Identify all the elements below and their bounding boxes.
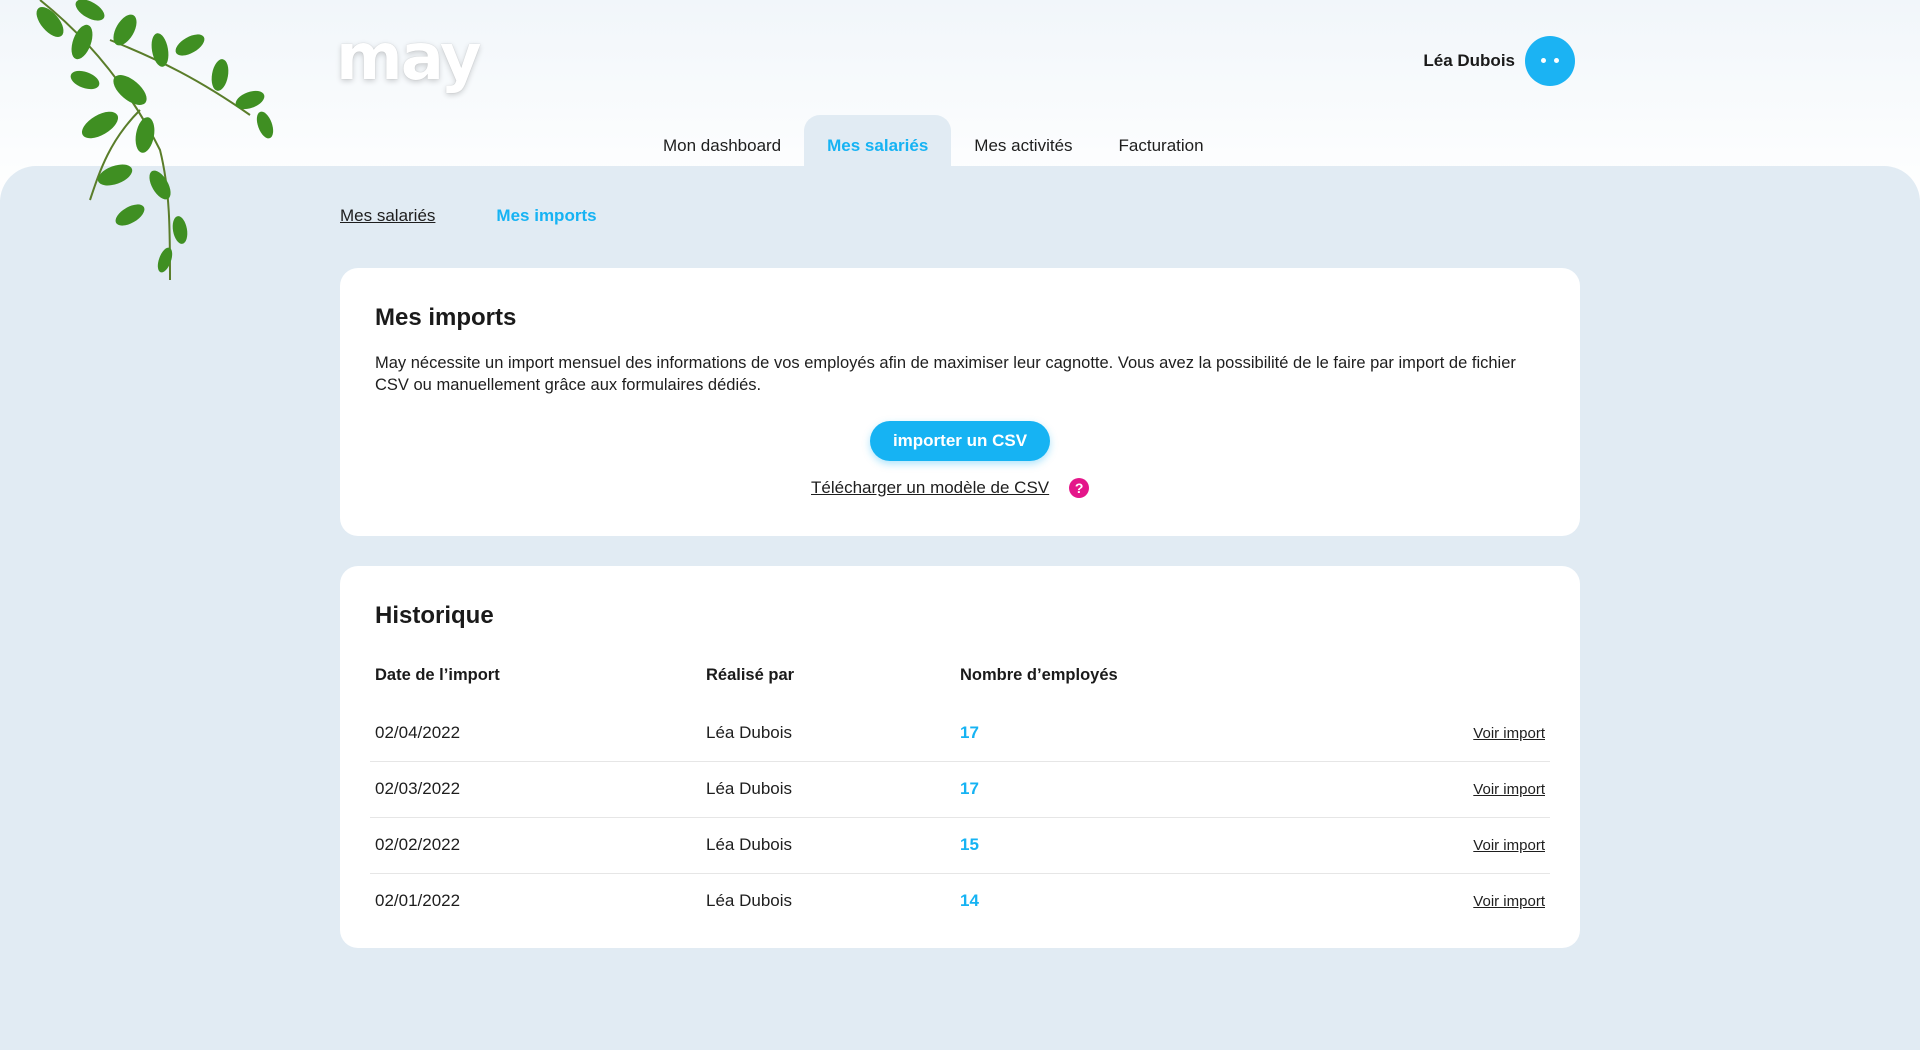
subtab-imports[interactable]: Mes imports [496, 206, 596, 226]
table-row: 02/03/2022 Léa Dubois 17 Voir import [370, 762, 1550, 818]
subtab-salaries[interactable]: Mes salariés [340, 206, 435, 226]
user-name: Léa Dubois [1423, 51, 1515, 70]
column-header-count: Nombre d’employés [960, 666, 1118, 684]
tab-facturation[interactable]: Facturation [1096, 115, 1227, 166]
help-icon[interactable]: ? [1069, 478, 1090, 498]
import-author: Léa Dubois [706, 779, 793, 798]
view-import-link[interactable]: Voir import [1473, 893, 1545, 910]
import-csv-button[interactable]: importer un CSV [870, 421, 1050, 461]
table-body: 02/04/2022 Léa Dubois 17 Voir import 02/… [370, 706, 1550, 929]
main-nav: Mon dashboard Mes salariés Mes activités… [640, 115, 1227, 166]
imports-card: Mes imports May nécessite un import mens… [340, 268, 1580, 536]
table-row: 02/01/2022 Léa Dubois 14 Voir import [370, 874, 1550, 929]
import-date: 02/04/2022 [375, 723, 461, 742]
imports-description: May nécessite un import mensuel des info… [375, 354, 1516, 394]
may-logo[interactable]: may [336, 26, 482, 90]
column-header-by: Réalisé par [706, 666, 795, 684]
employee-count: 14 [960, 891, 979, 910]
view-import-link[interactable]: Voir import [1473, 781, 1545, 798]
avatar-eye [1554, 58, 1559, 63]
employee-count: 15 [960, 835, 979, 854]
import-author: Léa Dubois [706, 723, 793, 742]
leaves-decoration [36, 0, 274, 281]
import-date: 02/01/2022 [375, 891, 461, 910]
import-date: 02/03/2022 [375, 779, 461, 798]
avatar-eye [1541, 58, 1546, 63]
download-row: Télécharger un modèle de CSV ? [811, 478, 1090, 498]
user-menu[interactable]: Léa Dubois [1423, 36, 1575, 86]
table-row: 02/04/2022 Léa Dubois 17 Voir import [370, 706, 1550, 762]
table-row: 02/02/2022 Léa Dubois 15 Voir import [370, 818, 1550, 874]
download-template-link[interactable]: Télécharger un modèle de CSV [811, 478, 1049, 498]
tab-dashboard[interactable]: Mon dashboard [640, 115, 804, 166]
history-title: Historique [375, 602, 494, 629]
history-card: Historique Date de l’import Réalisé par … [340, 566, 1580, 948]
tab-salaries[interactable]: Mes salariés [804, 115, 952, 166]
view-import-link[interactable]: Voir import [1473, 837, 1545, 854]
avatar-icon[interactable] [1525, 36, 1575, 86]
import-date: 02/02/2022 [375, 835, 461, 854]
imports-title: Mes imports [375, 304, 517, 331]
employee-count: 17 [960, 779, 979, 798]
sub-nav: Mes salariés Mes imports [340, 206, 597, 226]
import-author: Léa Dubois [706, 891, 793, 910]
view-import-link[interactable]: Voir import [1473, 725, 1545, 742]
tab-activites[interactable]: Mes activités [951, 115, 1095, 166]
column-header-date: Date de l’import [375, 666, 500, 684]
import-author: Léa Dubois [706, 835, 793, 854]
employee-count: 17 [960, 723, 979, 742]
